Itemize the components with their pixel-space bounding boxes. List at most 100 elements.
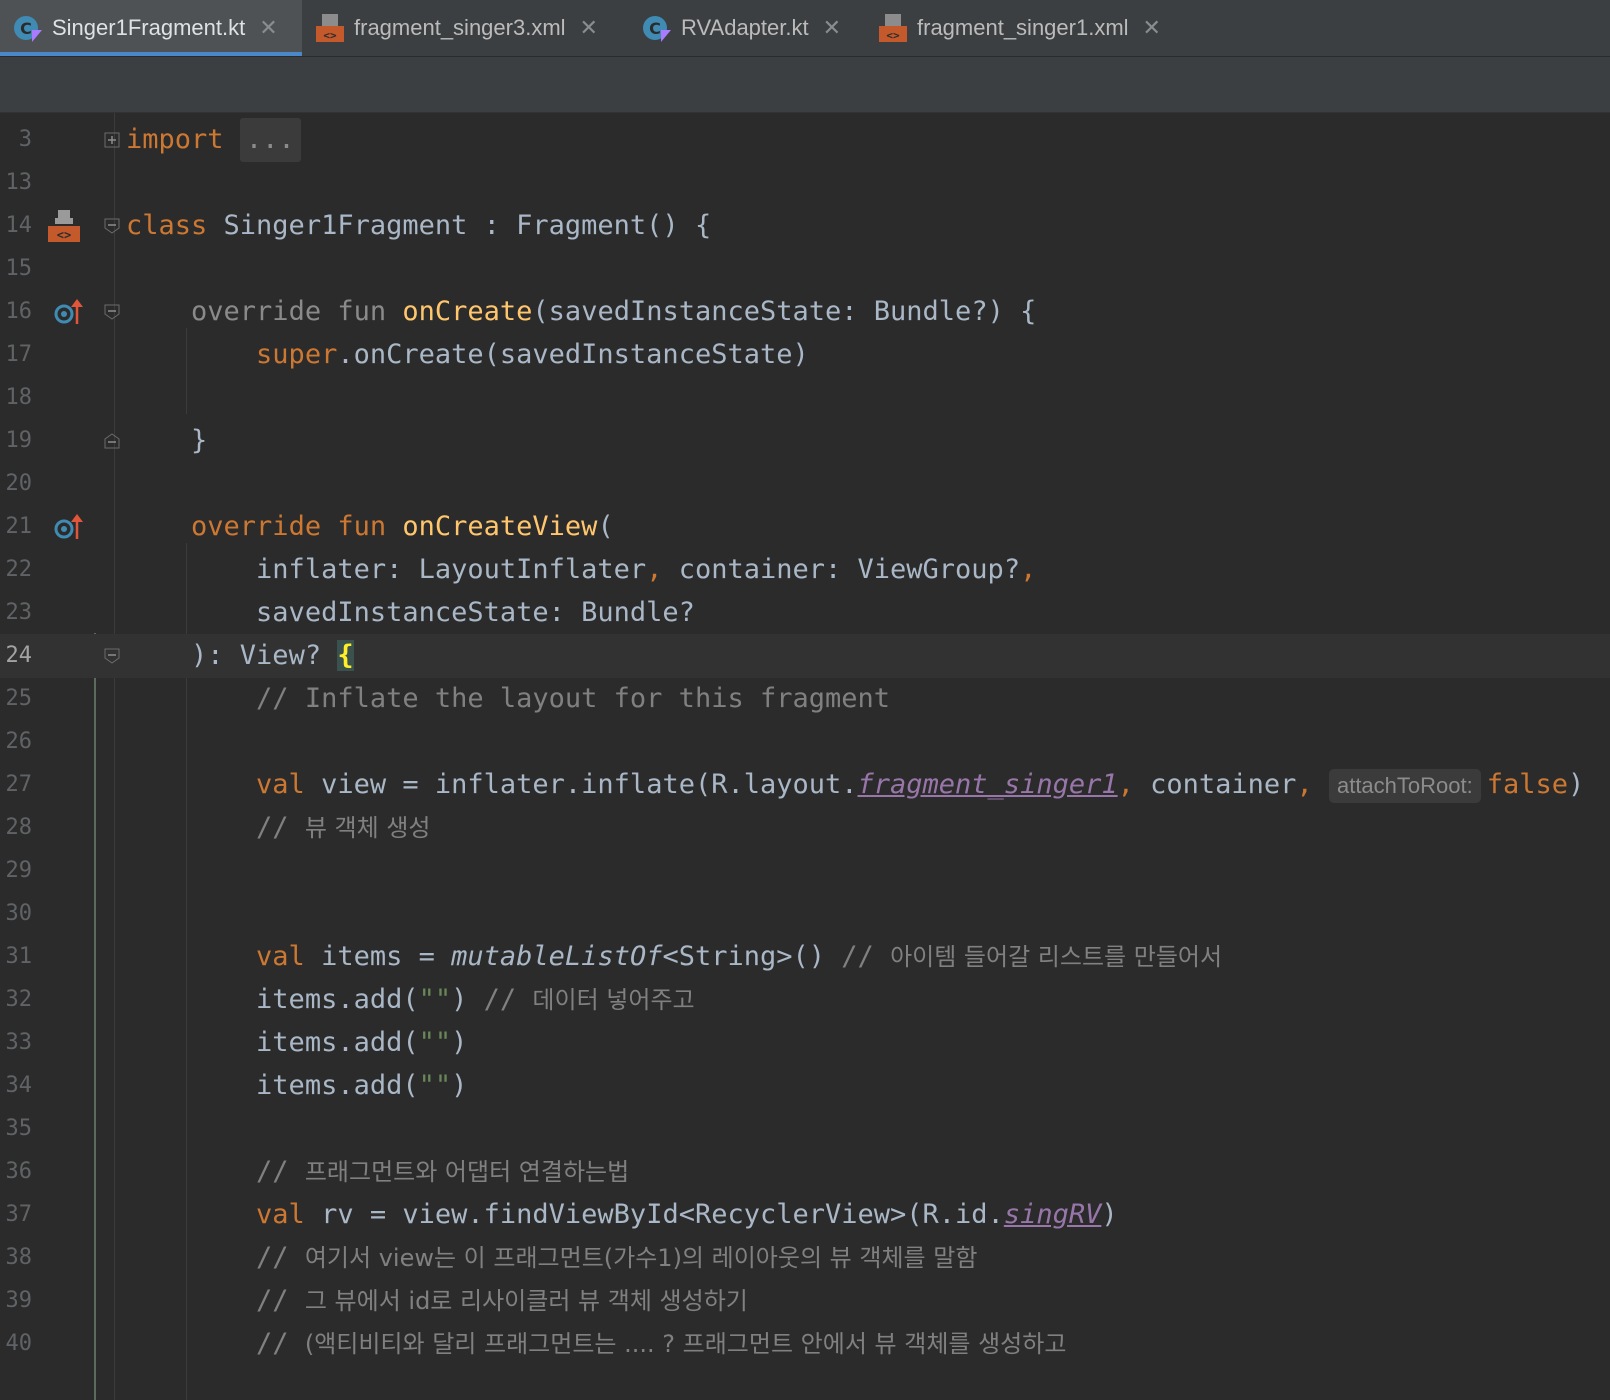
code-line[interactable]: 15 [0,247,1610,291]
line-number: 27 [5,772,33,797]
code-comment: 뷰 객체 생성 [304,814,431,842]
parameter-hint: attachToRoot: [1328,769,1481,803]
code-token: , [646,554,663,585]
tab-fragment-singer3-xml[interactable]: <> fragment_singer3.xml ✕ [302,0,629,56]
tab-label: fragment_singer1.xml [917,15,1129,40]
override-method-icon[interactable] [54,513,84,541]
code-line[interactable]: 19 } [0,419,1610,463]
editor-tab-bar: C Singer1Fragment.kt ✕ <> fragment_singe… [0,0,1610,57]
line-number: 21 [5,514,33,539]
code-comment: 그 뷰에서 id로 리사이클러 뷰 객체 생성하기 [304,1287,748,1315]
tab-rvadapter-kt[interactable]: C RVAdapter.kt ✕ [629,0,865,56]
code-line[interactable]: 29 [0,849,1610,893]
tab-label: fragment_singer3.xml [354,15,566,40]
line-number: 32 [5,987,33,1012]
code-line[interactable]: 32 items.add("") // 데이터 넣어주고 [0,978,1610,1022]
code-line[interactable]: 39 // 그 뷰에서 id로 리사이클러 뷰 객체 생성하기 [0,1279,1610,1323]
code-line[interactable]: 36 // 프래그먼트와 어댑터 연결하는법 [0,1150,1610,1194]
code-line[interactable]: 14 <> class Singer1Fragment : Fragment()… [0,204,1610,248]
code-line[interactable]: 22 inflater: LayoutInflater, container: … [0,548,1610,592]
related-layout-icon[interactable]: <> [46,208,82,244]
fold-collapse-icon[interactable] [104,304,120,320]
code-line[interactable]: 21 override fun onCreateView( [0,505,1610,549]
code-line[interactable]: 3 import ... [0,118,1610,162]
kotlin-class-icon: C [12,12,44,44]
code-token: savedInstanceState: Bundle? [256,597,695,628]
code-token: container: ViewGroup? [662,554,1021,585]
code-line[interactable]: 20 [0,462,1610,506]
fold-end-icon[interactable] [104,433,120,449]
tab-label: RVAdapter.kt [681,15,809,40]
code-token: rv = view.findViewById<RecyclerView>(R.i… [304,1199,1004,1230]
fold-expand-icon[interactable] [104,132,120,148]
code-token: items.add( [256,1027,419,1058]
code-token: override fun [191,296,387,327]
line-number: 19 [5,428,33,453]
code-comment: // [256,1156,305,1187]
line-number: 13 [5,170,33,195]
code-token: class [126,210,208,241]
tab-singer1fragment-kt[interactable]: C Singer1Fragment.kt ✕ [0,0,302,56]
code-line[interactable]: 18 [0,376,1610,420]
line-number: 31 [5,944,33,969]
code-editor[interactable]: 3 import ... 13 14 <> class Singer1Fragm… [0,113,1610,1400]
line-number: 33 [5,1030,33,1055]
code-token: (savedInstanceState: Bundle?) { [532,296,1037,327]
svg-text:C: C [649,19,661,38]
code-line[interactable]: 38 // 여기서 view는 이 프래그먼트(가수1)의 레이아웃의 뷰 객체… [0,1236,1610,1280]
code-token: import [126,124,224,155]
code-token: , [1020,554,1037,585]
folded-imports[interactable]: ... [239,118,301,162]
code-token: false [1486,769,1568,800]
svg-text:C: C [20,19,32,38]
string-literal: "" [418,1070,452,1101]
code-line-current[interactable]: 24 ): View? { [0,634,1610,678]
code-line[interactable]: 26 [0,720,1610,764]
code-line[interactable]: 17 super.onCreate(savedInstanceState) [0,333,1610,377]
code-token: container [1133,769,1297,800]
code-token: ( [597,511,614,542]
line-number: 40 [5,1331,33,1356]
line-number: 26 [5,729,33,754]
line-number: 29 [5,858,33,883]
code-line[interactable]: 30 [0,892,1610,936]
code-line[interactable]: 33 items.add("") [0,1021,1610,1065]
override-method-icon[interactable] [54,298,84,326]
code-line[interactable]: 40 // (액티비티와 달리 프래그먼트는 .... ? 프래그먼트 안에서 … [0,1322,1610,1366]
resource-reference[interactable]: fragment_singer1 [858,769,1118,800]
close-icon[interactable]: ✕ [1143,15,1161,41]
code-line[interactable]: 35 [0,1107,1610,1151]
tab-label: Singer1Fragment.kt [52,15,246,40]
code-line[interactable]: 25 // Inflate the layout for this fragme… [0,677,1610,721]
code-line[interactable]: 28 // 뷰 객체 생성 [0,806,1610,850]
line-number: 16 [5,299,33,324]
code-token: onCreate [402,296,533,327]
line-number: 24 [5,643,33,668]
code-line[interactable]: 27 val view = inflater.inflate(R.layout.… [0,763,1610,807]
code-line[interactable]: 23 savedInstanceState: Bundle? [0,591,1610,635]
line-number: 18 [5,385,33,410]
line-number: 28 [5,815,33,840]
code-line[interactable]: 13 [0,161,1610,205]
tab-fragment-singer1-xml[interactable]: <> fragment_singer1.xml ✕ [865,0,1190,56]
code-token: val [256,1199,305,1230]
code-token: val [256,769,305,800]
code-line[interactable]: 37 val rv = view.findViewById<RecyclerVi… [0,1193,1610,1237]
kotlin-class-icon: C [641,12,673,44]
close-icon[interactable]: ✕ [580,15,598,41]
code-line[interactable]: 34 items.add("") [0,1064,1610,1108]
code-line[interactable]: 16 override fun onCreate(savedInstanceSt… [0,290,1610,334]
code-line[interactable]: 31 val items = mutableListOf<String>() /… [0,935,1610,979]
code-token: override fun [191,511,387,542]
close-icon[interactable]: ✕ [823,15,841,41]
fold-collapse-icon[interactable] [104,648,120,664]
code-token: items = [304,941,452,972]
resource-reference[interactable]: singRV [1004,1199,1102,1230]
svg-text:<>: <> [323,29,337,42]
code-comment: 아이템 들어갈 리스트를 만들어서 [890,943,1223,971]
fold-collapse-icon[interactable] [104,218,120,234]
close-icon[interactable]: ✕ [259,15,277,41]
line-number: 15 [5,256,33,281]
line-number: 30 [5,901,33,926]
line-number: 23 [5,600,33,625]
